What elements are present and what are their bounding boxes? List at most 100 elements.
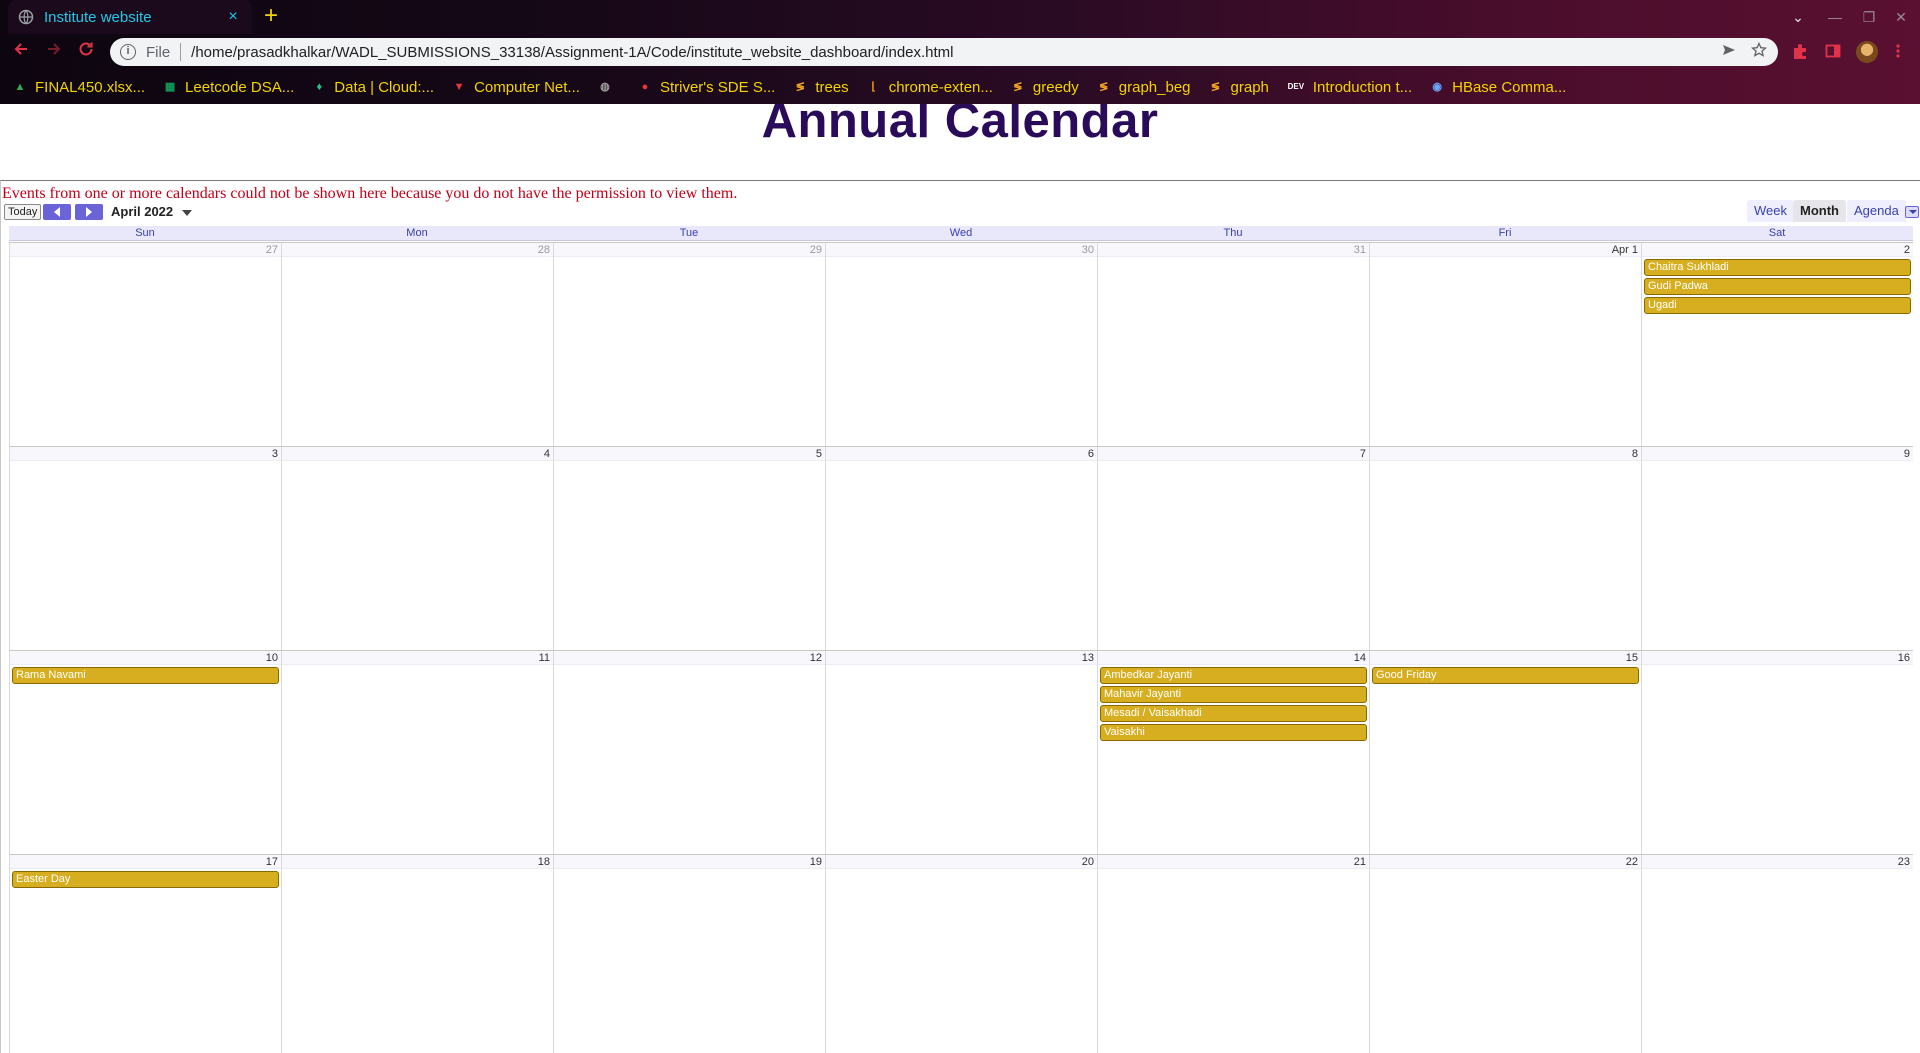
- day-cell[interactable]: 30: [825, 243, 1097, 447]
- next-month-button[interactable]: [75, 204, 103, 220]
- tab-agenda[interactable]: Agenda: [1847, 200, 1906, 222]
- day-cell[interactable]: 11: [281, 651, 553, 855]
- day-number[interactable]: 11: [282, 651, 553, 665]
- day-number[interactable]: 19: [554, 855, 825, 869]
- bookmark-item[interactable]: ⌊ chrome-exten...: [866, 79, 993, 96]
- day-number[interactable]: 30: [826, 243, 1097, 257]
- restore-icon[interactable]: ❐: [1857, 6, 1881, 28]
- day-number[interactable]: 21: [1098, 855, 1369, 869]
- bookmark-item[interactable]: ≶ graph: [1208, 79, 1269, 96]
- day-number[interactable]: 14: [1098, 651, 1369, 665]
- day-cell[interactable]: 23: [1641, 855, 1913, 1053]
- today-button[interactable]: Today: [4, 204, 42, 220]
- day-cell[interactable]: 8: [1369, 447, 1641, 651]
- day-cell[interactable]: 5: [553, 447, 825, 651]
- calendar-event[interactable]: Mesadi / Vaisakhadi: [1100, 705, 1367, 722]
- day-number[interactable]: 22: [1370, 855, 1641, 869]
- bookmark-item[interactable]: DEV Introduction t...: [1286, 79, 1412, 96]
- day-cell[interactable]: 17 Easter Day: [9, 855, 281, 1053]
- new-tab-button[interactable]: +: [258, 4, 284, 30]
- bookmark-item[interactable]: ♦ Data | Cloud:...: [311, 79, 434, 96]
- tab-week[interactable]: Week: [1747, 200, 1794, 222]
- day-cell[interactable]: 13: [825, 651, 1097, 855]
- forward-icon[interactable]: [42, 40, 66, 64]
- window-close-icon[interactable]: ✕: [1889, 6, 1913, 28]
- day-number[interactable]: 2: [1642, 243, 1913, 257]
- url-text[interactable]: /home/prasadkhalkar/WADL_SUBMISSIONS_331…: [191, 44, 1718, 61]
- day-number[interactable]: 12: [554, 651, 825, 665]
- day-cell[interactable]: 20: [825, 855, 1097, 1053]
- back-icon[interactable]: [9, 40, 33, 64]
- day-cell[interactable]: 2 Chaitra Sukhladi Gudi Padwa Ugadi: [1641, 243, 1913, 447]
- day-cell[interactable]: 10 Rama Navami: [9, 651, 281, 855]
- day-number[interactable]: 15: [1370, 651, 1641, 665]
- browser-tab[interactable]: Institute website ×: [8, 0, 252, 34]
- day-cell[interactable]: 4: [281, 447, 553, 651]
- day-number[interactable]: 7: [1098, 447, 1369, 461]
- day-number[interactable]: 31: [1098, 243, 1369, 257]
- day-number[interactable]: 4: [282, 447, 553, 461]
- bookmark-item[interactable]: ≶ greedy: [1010, 79, 1078, 96]
- day-cell[interactable]: 15 Good Friday: [1369, 651, 1641, 855]
- day-number[interactable]: 3: [10, 447, 281, 461]
- calendar-event[interactable]: Mahavir Jayanti: [1100, 686, 1367, 703]
- extensions-icon[interactable]: [1790, 42, 1810, 62]
- tab-search-icon[interactable]: ⌄: [1786, 6, 1810, 28]
- day-cell[interactable]: 14 Ambedkar Jayanti Mahavir Jayanti Mesadi …: [1097, 651, 1369, 855]
- day-number[interactable]: 13: [826, 651, 1097, 665]
- calendar-event[interactable]: Chaitra Sukhladi: [1644, 259, 1911, 276]
- day-cell[interactable]: 7: [1097, 447, 1369, 651]
- day-cell[interactable]: 12: [553, 651, 825, 855]
- calendar-event[interactable]: Good Friday: [1372, 667, 1639, 684]
- view-dropdown-button[interactable]: [1905, 206, 1919, 218]
- profile-avatar[interactable]: [1856, 41, 1878, 63]
- day-cell[interactable]: 29: [553, 243, 825, 447]
- day-number[interactable]: 28: [282, 243, 553, 257]
- day-number[interactable]: 9: [1642, 447, 1913, 461]
- calendar-event[interactable]: Ugadi: [1644, 297, 1911, 314]
- day-cell[interactable]: 16: [1641, 651, 1913, 855]
- day-cell[interactable]: 22: [1369, 855, 1641, 1053]
- bookmark-item[interactable]: ▲ FINAL450.xlsx...: [12, 79, 146, 96]
- bookmark-star-icon[interactable]: [1748, 41, 1770, 63]
- day-number[interactable]: 17: [10, 855, 281, 869]
- day-number[interactable]: Apr 1: [1370, 243, 1641, 257]
- day-number[interactable]: 18: [282, 855, 553, 869]
- bookmark-item[interactable]: ● Striver's SDE S...: [637, 79, 776, 96]
- day-cell[interactable]: 9: [1641, 447, 1913, 651]
- calendar-event[interactable]: Easter Day: [12, 871, 279, 888]
- calendar-event[interactable]: Vaisakhi: [1100, 724, 1367, 741]
- current-month-label[interactable]: April 2022: [111, 204, 173, 220]
- day-number[interactable]: 16: [1642, 651, 1913, 665]
- day-cell[interactable]: 28: [281, 243, 553, 447]
- calendar-event[interactable]: Gudi Padwa: [1644, 278, 1911, 295]
- bookmark-item[interactable]: ▦ Leetcode DSA...: [162, 79, 294, 96]
- bookmark-item[interactable]: ▼ Computer Net...: [451, 79, 580, 96]
- reload-icon[interactable]: [74, 40, 98, 64]
- calendar-event[interactable]: Rama Navami: [12, 667, 279, 684]
- bookmark-item[interactable]: ≶ trees: [792, 79, 849, 96]
- prev-month-button[interactable]: [43, 204, 71, 220]
- day-number[interactable]: 20: [826, 855, 1097, 869]
- day-number[interactable]: 6: [826, 447, 1097, 461]
- day-cell[interactable]: 31: [1097, 243, 1369, 447]
- day-number[interactable]: 8: [1370, 447, 1641, 461]
- day-cell[interactable]: 27: [9, 243, 281, 447]
- day-number[interactable]: 23: [1642, 855, 1913, 869]
- send-icon[interactable]: [1718, 42, 1740, 63]
- day-cell[interactable]: 6: [825, 447, 1097, 651]
- month-dropdown-icon[interactable]: [182, 210, 192, 216]
- day-cell[interactable]: 21: [1097, 855, 1369, 1053]
- site-info-icon[interactable]: i: [120, 44, 136, 60]
- bookmark-item[interactable]: ◉ HBase Comma...: [1429, 79, 1566, 96]
- tab-close-icon[interactable]: ×: [224, 8, 242, 26]
- day-number[interactable]: 10: [10, 651, 281, 665]
- minimize-icon[interactable]: —: [1823, 6, 1847, 28]
- address-bar[interactable]: i File /home/prasadkhalkar/WADL_SUBMISSI…: [110, 38, 1778, 66]
- calendar-event[interactable]: Ambedkar Jayanti: [1100, 667, 1367, 684]
- bookmark-item[interactable]: ≶ graph_beg: [1096, 79, 1190, 96]
- day-number[interactable]: 27: [10, 243, 281, 257]
- side-panel-icon[interactable]: [1823, 42, 1843, 62]
- day-cell[interactable]: 19: [553, 855, 825, 1053]
- bookmark-item[interactable]: ◍: [597, 79, 620, 95]
